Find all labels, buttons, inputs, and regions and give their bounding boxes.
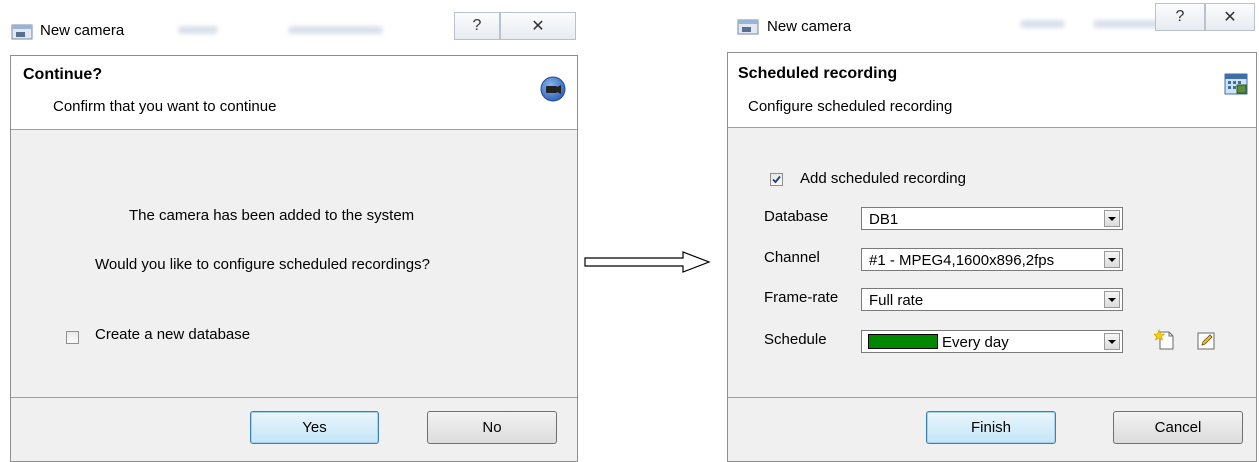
- database-select[interactable]: DB1: [861, 207, 1123, 230]
- page-title: Scheduled recording: [738, 65, 898, 82]
- window-title: New camera: [767, 18, 852, 35]
- dialog-header: Continue? Confirm that you want to conti…: [11, 56, 577, 130]
- message-line-1: The camera has been added to the system: [129, 207, 415, 224]
- database-label: Database: [764, 208, 829, 225]
- schedule-value: Every day: [942, 334, 1009, 351]
- channel-label: Channel: [764, 249, 820, 266]
- dialog-header: Scheduled recording Configure scheduled …: [728, 53, 1256, 128]
- scheduled-recording-dialog: New camera ? ✕ Scheduled recording Confi…: [725, 0, 1259, 462]
- create-database-label[interactable]: Create a new database: [95, 326, 250, 343]
- yes-button[interactable]: Yes: [250, 411, 379, 444]
- new-camera-app-icon: [737, 19, 759, 35]
- database-value: DB1: [869, 211, 899, 228]
- dialog-client-area: Continue? Confirm that you want to conti…: [10, 55, 578, 462]
- cancel-button[interactable]: Cancel: [1113, 411, 1243, 444]
- page-title: Continue?: [23, 66, 103, 83]
- new-camera-app-icon: [11, 24, 33, 40]
- help-button[interactable]: ?: [454, 12, 500, 40]
- dialog-footer: Finish Cancel: [728, 397, 1256, 461]
- edit-schedule-icon[interactable]: [1196, 331, 1216, 351]
- new-schedule-icon[interactable]: [1154, 329, 1176, 351]
- schedule-color-swatch: [868, 334, 938, 349]
- schedule-label: Schedule: [764, 331, 827, 348]
- page-subtitle: Confirm that you want to continue: [53, 98, 277, 115]
- dialog-footer: Yes No: [11, 397, 577, 461]
- channel-select[interactable]: #1 - MPEG4,1600x896,2fps: [861, 248, 1123, 271]
- blurred-title-detail: [178, 26, 218, 34]
- calendar-film-icon: [1224, 73, 1248, 95]
- window-title: New camera: [40, 22, 125, 39]
- help-button[interactable]: ?: [1155, 3, 1205, 31]
- add-scheduled-recording-label[interactable]: Add scheduled recording: [800, 170, 966, 187]
- dialog-client-area: Scheduled recording Configure scheduled …: [727, 52, 1257, 462]
- create-database-checkbox[interactable]: [66, 331, 79, 344]
- continue-dialog: New camera ? ✕ Continue? Confirm that yo…: [0, 0, 590, 462]
- finish-button[interactable]: Finish: [926, 411, 1056, 444]
- close-button[interactable]: ✕: [1205, 3, 1255, 31]
- blurred-title-detail: [1020, 20, 1065, 28]
- title-bar: New camera ? ✕: [725, 0, 1259, 50]
- channel-value: #1 - MPEG4,1600x896,2fps: [869, 252, 1055, 269]
- chevron-down-icon[interactable]: [1104, 291, 1120, 308]
- camera-disc-icon: [540, 76, 566, 102]
- chevron-down-icon[interactable]: [1104, 210, 1120, 227]
- no-button[interactable]: No: [427, 411, 557, 444]
- chevron-down-icon[interactable]: [1104, 333, 1120, 350]
- blurred-title-detail: [288, 26, 383, 34]
- schedule-select[interactable]: Every day: [861, 330, 1123, 353]
- add-scheduled-recording-checkbox[interactable]: [770, 173, 783, 186]
- message-line-2: Would you like to configure scheduled re…: [95, 256, 430, 273]
- title-bar: New camera ? ✕: [0, 0, 590, 50]
- framerate-select[interactable]: Full rate: [861, 288, 1123, 311]
- chevron-down-icon[interactable]: [1104, 251, 1120, 268]
- page-subtitle: Configure scheduled recording: [748, 98, 953, 115]
- framerate-label: Frame-rate: [764, 289, 839, 306]
- close-button[interactable]: ✕: [500, 12, 576, 40]
- framerate-value: Full rate: [869, 292, 924, 309]
- checkmark-icon: [772, 175, 781, 184]
- arrow-right-icon: [584, 251, 711, 273]
